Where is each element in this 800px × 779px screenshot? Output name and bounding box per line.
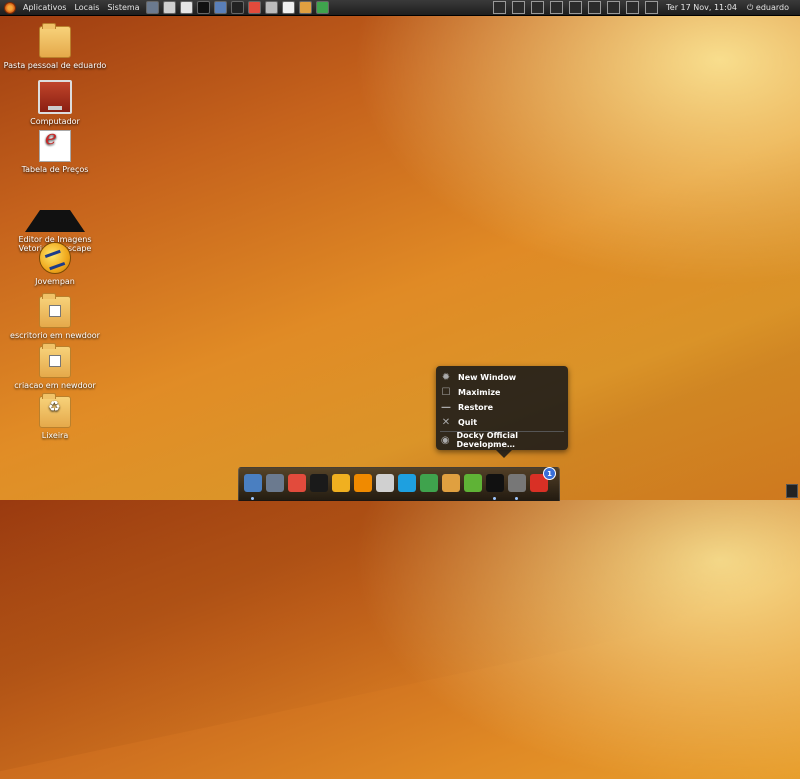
inkscape-icon <box>25 180 85 232</box>
cpu-monitor-icon[interactable] <box>531 1 545 14</box>
menu-item-maximize[interactable]: ☐ Maximize <box>440 385 564 399</box>
window-icon[interactable] <box>213 1 227 14</box>
menu-item-new-window[interactable]: ✹ New Window <box>440 370 564 384</box>
menu-applications[interactable]: Aplicativos <box>19 0 70 15</box>
panel-launchers <box>144 1 331 14</box>
desktop-icon-label: Tabela de Preços <box>21 165 89 174</box>
network-graph-icon[interactable] <box>512 1 526 14</box>
camera-icon[interactable] <box>493 1 507 14</box>
dock-context-menu: ✹ New Window ☐ Maximize — Restore ✕ Quit… <box>436 366 568 458</box>
desktop-icon-computer[interactable]: Computador <box>0 80 110 126</box>
docky-icon[interactable] <box>508 474 526 492</box>
messenger-icon[interactable] <box>315 1 329 14</box>
desktop-icon-criacao[interactable]: criacao em newdoor <box>0 343 110 390</box>
cloud-icon[interactable] <box>179 1 193 14</box>
jovempan-icon <box>39 242 71 274</box>
wallpaper-wave <box>0 61 800 779</box>
desktop-icon-jovempan[interactable]: Jovempan <box>0 242 110 286</box>
dock <box>238 467 560 501</box>
alert-icon[interactable] <box>607 1 621 14</box>
menu-system[interactable]: Sistema <box>103 0 143 15</box>
computer-icon <box>38 80 72 114</box>
memory-monitor-icon[interactable] <box>550 1 564 14</box>
menu-item-docky-developers[interactable]: ◉ Docky Official Developme… <box>440 431 564 449</box>
volume-icon[interactable] <box>626 1 640 14</box>
desktop-icon-home[interactable]: Pasta pessoal de eduardo <box>0 23 110 70</box>
contacts-icon[interactable] <box>442 474 460 492</box>
firefox-icon[interactable] <box>266 474 284 492</box>
skype-icon[interactable] <box>398 474 416 492</box>
restore-icon: — <box>441 401 451 413</box>
desktop-icon-label: Jovempan <box>35 277 75 286</box>
desktop-icon-label: Pasta pessoal de eduardo <box>3 61 107 70</box>
menu-item-label: Maximize <box>458 387 501 397</box>
firefox-icon[interactable] <box>145 1 159 14</box>
picasa-icon[interactable] <box>247 1 261 14</box>
home-folder-icon <box>39 23 71 58</box>
usb-drive-icon[interactable] <box>162 1 176 14</box>
document-icon <box>39 130 71 162</box>
terminal-icon[interactable] <box>486 474 504 492</box>
desktop-icon-label: criacao em newdoor <box>14 381 96 390</box>
calculator-icon[interactable] <box>264 1 278 14</box>
signal-icon[interactable] <box>588 1 602 14</box>
menu-item-quit[interactable]: ✕ Quit <box>440 415 564 429</box>
contacts-icon[interactable] <box>298 1 312 14</box>
desktop-switcher-icon[interactable] <box>244 474 262 492</box>
show-desktop-button[interactable] <box>786 484 798 498</box>
desktop-icon-price-table[interactable]: Tabela de Preços <box>0 130 110 174</box>
gmail-unread-badge: 1 <box>543 467 556 480</box>
menu-item-label: Restore <box>458 402 494 412</box>
trash-icon <box>39 393 71 428</box>
terminal-icon[interactable] <box>196 1 210 14</box>
menu-item-label: New Window <box>458 372 517 382</box>
maximize-icon: ☐ <box>441 386 451 398</box>
top-panel: Aplicativos Locais Sistema Ter 17 Nov, 1… <box>0 0 800 16</box>
network-folder-icon <box>39 293 71 328</box>
ubuntu-logo-icon[interactable] <box>4 1 16 14</box>
desktop-icon-trash[interactable]: Lixeira <box>0 393 110 440</box>
desktop-icon-escritorio[interactable]: escritorio em newdoor <box>0 293 110 340</box>
gear-icon: ✹ <box>441 371 451 383</box>
user-menu[interactable]: eduardo <box>742 3 794 13</box>
inkscape-icon[interactable] <box>230 1 244 14</box>
messenger-icon[interactable] <box>420 474 438 492</box>
virtualbox-icon[interactable] <box>464 474 482 492</box>
docky-icon: ◉ <box>440 434 450 446</box>
system-tray: Ter 17 Nov, 11:04 eduardo <box>490 1 800 14</box>
desktop-icon-label: escritorio em newdoor <box>10 331 100 340</box>
clock[interactable]: Ter 17 Nov, 11:04 <box>661 3 742 12</box>
usb-drive-icon[interactable] <box>376 474 394 492</box>
vlc-icon[interactable] <box>354 474 372 492</box>
menu-item-label: Docky Official Developme… <box>456 431 519 449</box>
mail-icon[interactable] <box>645 1 659 14</box>
screen-icon[interactable] <box>569 1 583 14</box>
inkscape-icon[interactable] <box>310 474 328 492</box>
menu-item-restore[interactable]: — Restore <box>440 400 564 414</box>
menu-places[interactable]: Locais <box>70 0 103 15</box>
desktop-icon-label: Lixeira <box>41 431 69 440</box>
network-folder-icon <box>39 343 71 378</box>
jovempan-icon[interactable] <box>332 474 350 492</box>
picasa-icon[interactable] <box>288 474 306 492</box>
menu-item-label: Quit <box>458 417 478 427</box>
close-icon: ✕ <box>441 416 451 428</box>
text-editor-icon[interactable] <box>281 1 295 14</box>
